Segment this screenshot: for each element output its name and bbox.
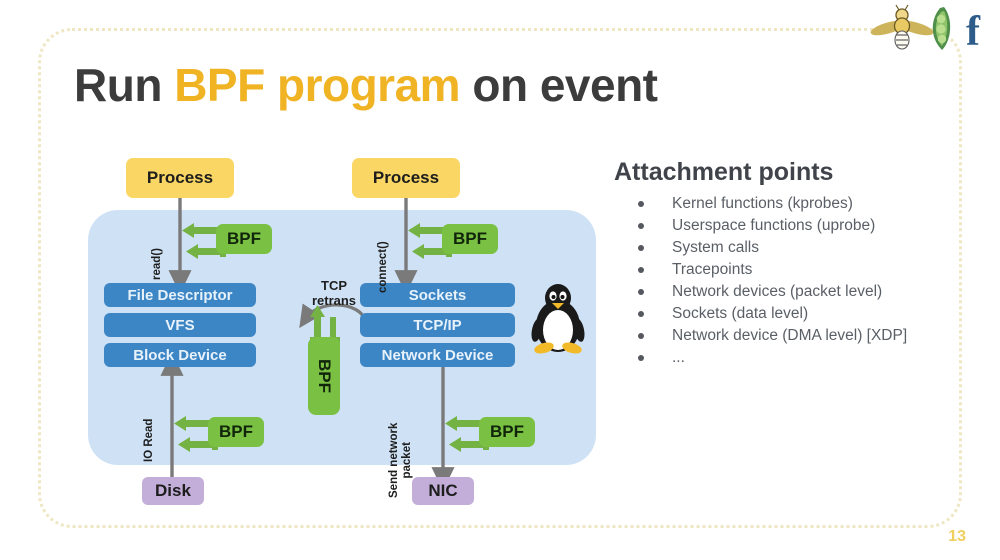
bpf-hook-tcp-retrans[interactable]: BPF: [304, 303, 344, 415]
bullet-icon: [638, 267, 644, 273]
kernel-box-vfs: VFS: [104, 313, 256, 337]
bpf-hook-read-label: BPF: [216, 224, 272, 254]
list-item-label: Sockets (data level): [672, 305, 809, 322]
bpf-hook-tcp-retrans-box: BPF: [308, 337, 340, 415]
list-item: Sockets (data level): [624, 303, 964, 325]
attachment-points-panel: Attachment points Kernel functions (kpro…: [614, 158, 964, 369]
list-item: Tracepoints: [624, 259, 964, 281]
bullet-icon: [638, 333, 644, 339]
linux-penguin-icon: [528, 278, 588, 358]
bpf-hook-send-packet[interactable]: BPF: [443, 412, 535, 454]
edge-label-connect: connect(): [377, 241, 389, 293]
edge-label-io-read: IO Read: [143, 418, 155, 462]
bullet-icon: [638, 245, 644, 251]
list-item: Network devices (packet level): [624, 281, 964, 303]
list-item-label: Userspace functions (uprobe): [672, 217, 876, 234]
attachment-points-list: Kernel functions (kprobes) Userspace fun…: [614, 193, 964, 369]
list-item: System calls: [624, 237, 964, 259]
list-item: ...: [624, 347, 964, 369]
kernel-box-network-device: Network Device: [360, 343, 515, 367]
process-box-right: Process: [352, 158, 460, 198]
bullet-icon: [638, 289, 644, 295]
attachment-points-heading: Attachment points: [614, 158, 834, 186]
bpf-hook-io-read-label: BPF: [208, 417, 264, 447]
list-item-label: Tracepoints: [672, 261, 753, 278]
list-item-label: ...: [672, 349, 685, 366]
process-box-left: Process: [126, 158, 234, 198]
bpf-hook-send-packet-label: BPF: [479, 417, 535, 447]
hardware-box-disk: Disk: [142, 477, 204, 505]
kernel-box-tcp-ip: TCP/IP: [360, 313, 515, 337]
list-item-label: System calls: [672, 239, 759, 256]
bullet-icon: [638, 201, 644, 207]
list-item: Userspace functions (uprobe): [624, 215, 964, 237]
edge-label-tcp-retrans-line1: TCP: [321, 278, 347, 293]
hardware-box-nic: NIC: [412, 477, 474, 505]
bullet-icon: [638, 311, 644, 317]
bpf-hook-tcp-retrans-label: BPF: [315, 359, 334, 393]
bullet-icon: [638, 355, 644, 361]
list-item: Network device (DMA level) [XDP]: [624, 325, 964, 347]
edge-label-send-packet-line1: Send network: [388, 422, 400, 498]
bpf-hook-connect-label: BPF: [442, 224, 498, 254]
list-item-label: Kernel functions (kprobes): [672, 195, 853, 212]
bpf-hook-io-read[interactable]: BPF: [172, 412, 264, 454]
edge-label-read: read(): [151, 248, 163, 280]
kernel-box-block-device: Block Device: [104, 343, 256, 367]
kernel-box-file-descriptor: File Descriptor: [104, 283, 256, 307]
slide-canvas: f Run BPF program on event Process Proce…: [0, 0, 1000, 560]
edge-label-send-packet-line2: packet: [401, 442, 413, 479]
list-item: Kernel functions (kprobes): [624, 193, 964, 215]
page-number: 13: [948, 528, 966, 545]
bpf-hook-read[interactable]: BPF: [180, 219, 272, 261]
list-item-label: Network devices (packet level): [672, 283, 883, 300]
list-item-label: Network device (DMA level) [XDP]: [672, 327, 908, 344]
bullet-icon: [638, 223, 644, 229]
bpf-hook-connect[interactable]: BPF: [406, 219, 498, 261]
